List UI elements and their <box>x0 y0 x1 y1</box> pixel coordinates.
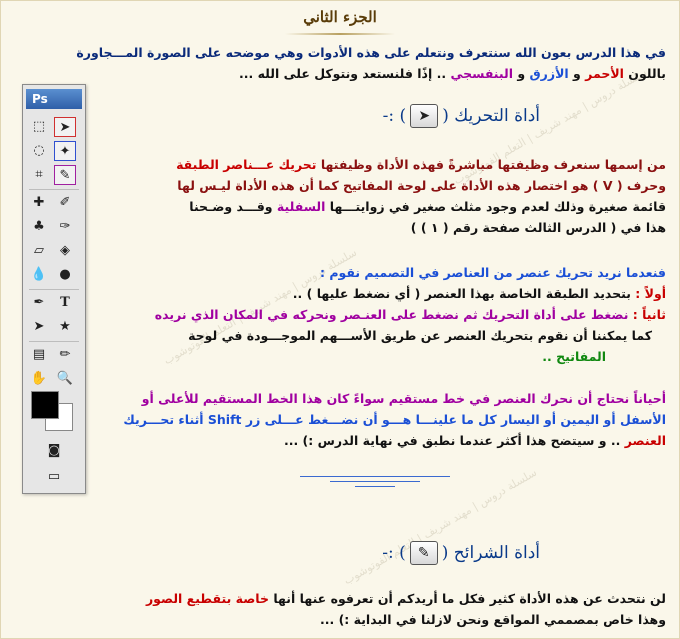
pen-icon: ✒ <box>33 295 45 310</box>
blue-word: الأزرق <box>529 66 569 81</box>
stamp-icon: ♣ <box>33 219 45 234</box>
dodge-icon: ● <box>59 267 71 282</box>
title-underline <box>285 33 395 35</box>
red-word: الأحمر <box>585 66 624 81</box>
zoom-icon: 🔍 <box>56 371 74 386</box>
slice-tool-paragraph: لن نتحدث عن هذه الأداة كثير فكل ما أريدك… <box>145 591 666 627</box>
text-tool-icon: T <box>60 295 70 310</box>
intro-paragraph: في هذا الدرس بعون الله سنتعرف ونتعلم على… <box>16 42 666 84</box>
slice-icon: ✎ <box>409 541 438 565</box>
brush-icon: ✐ <box>59 195 71 210</box>
page-title: الجزء الثاني <box>303 8 377 26</box>
move-tool-heading: أداة التحريك ( ➤ ) :- <box>382 104 540 128</box>
crop-icon: ⌗ <box>35 167 43 182</box>
lasso-icon: ◌ <box>33 143 45 158</box>
photoshop-toolbox: Ps ⬚ ➤ ◌ ✦ ⌗ ✎ ✚ ✐ ♣ ✑ ▱ ◈ 💧 ● ✒ T ➤ ★ ▤… <box>22 84 86 494</box>
intro-line-2: باللون الأحمر و الأزرق و البنفسجي .. إذً… <box>238 66 666 81</box>
path-select-icon: ➤ <box>33 319 45 334</box>
healing-icon: ✚ <box>33 195 45 210</box>
quickmask-icon: ◙ <box>47 443 61 458</box>
shape-icon: ★ <box>59 319 71 334</box>
move-tool-icon: ➤ <box>54 117 76 137</box>
intro-line-1: في هذا الدرس بعون الله سنتعرف ونتعلم على… <box>76 45 666 60</box>
foreground-color-swatch <box>31 391 59 419</box>
screen-mode-icon: ▭ <box>47 469 61 484</box>
marquee-icon: ⬚ <box>32 119 46 134</box>
blur-icon: 💧 <box>30 267 48 282</box>
eraser-icon: ▱ <box>34 243 44 258</box>
eyedropper-icon: ✏ <box>59 347 71 362</box>
hand-icon: ✋ <box>30 371 48 386</box>
history-brush-icon: ✑ <box>59 219 71 234</box>
magic-wand-icon: ✦ <box>54 141 76 161</box>
bucket-icon: ◈ <box>60 243 70 258</box>
slice-tool-icon: ✎ <box>54 165 76 185</box>
move-tool-paragraph-3: أحياناً نحتاج أن نحرك العنصر في خط مستقي… <box>123 391 666 448</box>
section-divider <box>300 476 450 477</box>
section-divider <box>330 481 420 482</box>
toolbox-separator <box>29 189 79 190</box>
move-tool-paragraph-1: من إسمها سنعرف وظيفتها مباشرةً فهذه الأد… <box>176 157 666 235</box>
purple-word: البنفسجي <box>450 66 513 81</box>
toolbox-separator <box>29 289 79 290</box>
move-tool-steps: فنعدما نريد تحريك عنصر من العناصر في الت… <box>154 265 666 364</box>
section-divider <box>355 486 395 487</box>
toolbox-separator <box>29 341 79 342</box>
notes-icon: ▤ <box>32 347 46 362</box>
slice-tool-heading: أداة الشرائح ( ✎ ) :- <box>382 541 540 565</box>
ps-logo: Ps <box>26 89 82 109</box>
move-icon: ➤ <box>410 104 439 128</box>
